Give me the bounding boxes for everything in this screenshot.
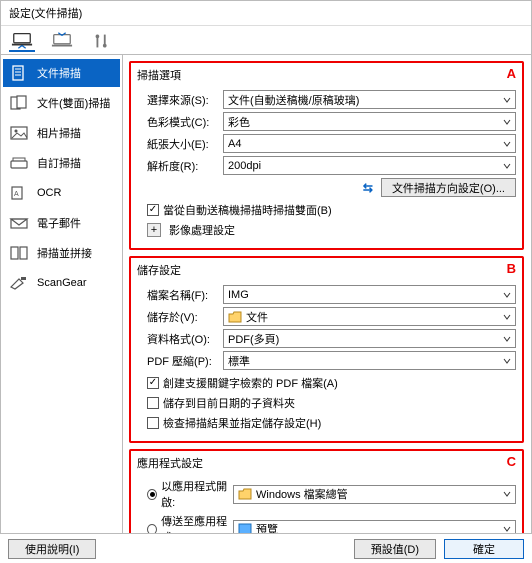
chevron-down-icon (501, 310, 513, 323)
source-label: 選擇來源(S): (137, 92, 223, 108)
filename-field[interactable]: IMG (223, 285, 516, 304)
ocr-icon: A (9, 185, 29, 201)
filename-label: 檔案名稱(F): (137, 287, 223, 303)
size-select[interactable]: A4 (223, 134, 516, 153)
orientation-settings-button[interactable]: 文件掃描方向設定(O)... (381, 178, 516, 197)
svg-text:A: A (14, 191, 19, 198)
sidebar-item-scangear[interactable]: ScanGear (3, 269, 120, 297)
sidebar-item-ocr[interactable]: A OCR (3, 179, 120, 207)
image-processing-label: 影像處理設定 (169, 222, 235, 238)
compression-label: PDF 壓縮(P): (137, 353, 223, 369)
scanner-icon (9, 155, 29, 171)
stitch-icon (9, 245, 29, 261)
format-label: 資料格式(O): (137, 331, 223, 347)
duplex-checkbox[interactable] (147, 204, 159, 216)
dialog-footer: 使用說明(I) 預設值(D) 確定 (0, 533, 532, 563)
sidebar-item-label: ScanGear (37, 277, 87, 289)
savein-label: 儲存於(V): (137, 309, 223, 325)
chevron-down-icon (501, 332, 513, 345)
check-results-label: 檢查掃描結果並指定儲存設定(H) (163, 415, 321, 431)
app-settings-heading: 應用程式設定 (137, 455, 516, 475)
expand-image-processing[interactable]: + (147, 223, 161, 237)
chevron-down-icon (501, 288, 513, 301)
email-icon (9, 215, 29, 231)
sidebar-item-email[interactable]: 電子郵件 (3, 209, 120, 237)
sidebar-item-label: OCR (37, 187, 61, 199)
size-label: 紙張大小(E): (137, 136, 223, 152)
sidebar-item-label: 文件掃描 (37, 65, 81, 81)
resolution-label: 解析度(R): (137, 158, 223, 174)
keyword-pdf-checkbox[interactable] (147, 377, 159, 389)
sidebar-item-document-scan[interactable]: 文件掃描 (3, 59, 120, 87)
check-results-checkbox[interactable] (147, 417, 159, 429)
resolution-select[interactable]: 200dpi (223, 156, 516, 175)
open-with-select[interactable]: Windows 檔案總管 (233, 485, 516, 504)
source-select[interactable]: 文件(自動送稿機/原稿玻璃) (223, 90, 516, 109)
sidebar-item-label: 文件(雙面)掃描 (37, 95, 110, 111)
photo-icon (9, 125, 29, 141)
color-label: 色彩模式(C): (137, 114, 223, 130)
chevron-down-icon (501, 354, 513, 367)
top-toolbar (1, 26, 531, 55)
open-with-radio[interactable] (147, 489, 157, 500)
group-letter-c: C (507, 454, 516, 469)
duplex-checkbox-label: 當從自動送稿機掃描時掃描雙面(B) (163, 202, 332, 218)
sidebar-item-photo-scan[interactable]: 相片掃描 (3, 119, 120, 147)
tab-scan-from-panel-icon[interactable] (49, 30, 75, 52)
tab-tools-icon[interactable] (89, 30, 115, 52)
keyword-pdf-label: 創建支援關鍵字檢索的 PDF 檔案(A) (163, 375, 338, 391)
chevron-down-icon (501, 159, 513, 172)
folder-icon (228, 310, 242, 324)
group-letter-a: A (507, 66, 516, 81)
sidebar: 文件掃描 文件(雙面)掃描 相片掃描 自訂掃描 A OCR 電子郵件 掃描並拼接 (1, 55, 123, 535)
compression-select[interactable]: 標準 (223, 351, 516, 370)
sidebar-item-document-duplex[interactable]: 文件(雙面)掃描 (3, 89, 120, 117)
swap-icon[interactable]: ⇆ (351, 181, 373, 195)
group-letter-b: B (507, 261, 516, 276)
format-select[interactable]: PDF(多頁) (223, 329, 516, 348)
document-icon (9, 65, 29, 81)
chevron-down-icon (501, 488, 513, 501)
chevron-down-icon (501, 93, 513, 106)
app-settings-group: C 應用程式設定 以應用程式開啟: Windows 檔案總管 傳送至應用程式: … (129, 449, 524, 535)
save-settings-heading: 儲存設定 (137, 262, 516, 282)
sidebar-item-label: 電子郵件 (37, 215, 81, 231)
color-select[interactable]: 彩色 (223, 112, 516, 131)
scangear-icon (9, 275, 29, 291)
sidebar-item-label: 相片掃描 (37, 125, 81, 141)
chevron-down-icon (501, 137, 513, 150)
explorer-icon (238, 487, 252, 501)
document-duplex-icon (9, 95, 29, 111)
scan-options-group: A 掃描選項 選擇來源(S): 文件(自動送稿機/原稿玻璃) 色彩模式(C): … (129, 61, 524, 250)
savein-select[interactable]: 文件 (223, 307, 516, 326)
save-settings-group: B 儲存設定 檔案名稱(F): IMG 儲存於(V): 文件 資料格式(O): … (129, 256, 524, 443)
chevron-down-icon (501, 115, 513, 128)
window-title: 設定(文件掃描) (1, 1, 531, 26)
ok-button[interactable]: 確定 (444, 539, 524, 559)
send-app-label: 傳送至應用程式: (161, 513, 233, 535)
defaults-button[interactable]: 預設值(D) (354, 539, 436, 559)
date-subfolder-label: 儲存到目前日期的子資料夾 (163, 395, 295, 411)
main-panel: A 掃描選項 選擇來源(S): 文件(自動送稿機/原稿玻璃) 色彩模式(C): … (123, 55, 531, 535)
scan-options-heading: 掃描選項 (137, 67, 516, 87)
open-with-label: 以應用程式開啟: (161, 478, 233, 510)
sidebar-item-label: 自訂掃描 (37, 155, 81, 171)
tab-scan-from-pc-icon[interactable] (9, 30, 35, 52)
sidebar-item-custom-scan[interactable]: 自訂掃描 (3, 149, 120, 177)
date-subfolder-checkbox[interactable] (147, 397, 159, 409)
sidebar-item-label: 掃描並拼接 (37, 245, 92, 261)
help-button[interactable]: 使用說明(I) (8, 539, 96, 559)
sidebar-item-stitch[interactable]: 掃描並拼接 (3, 239, 120, 267)
